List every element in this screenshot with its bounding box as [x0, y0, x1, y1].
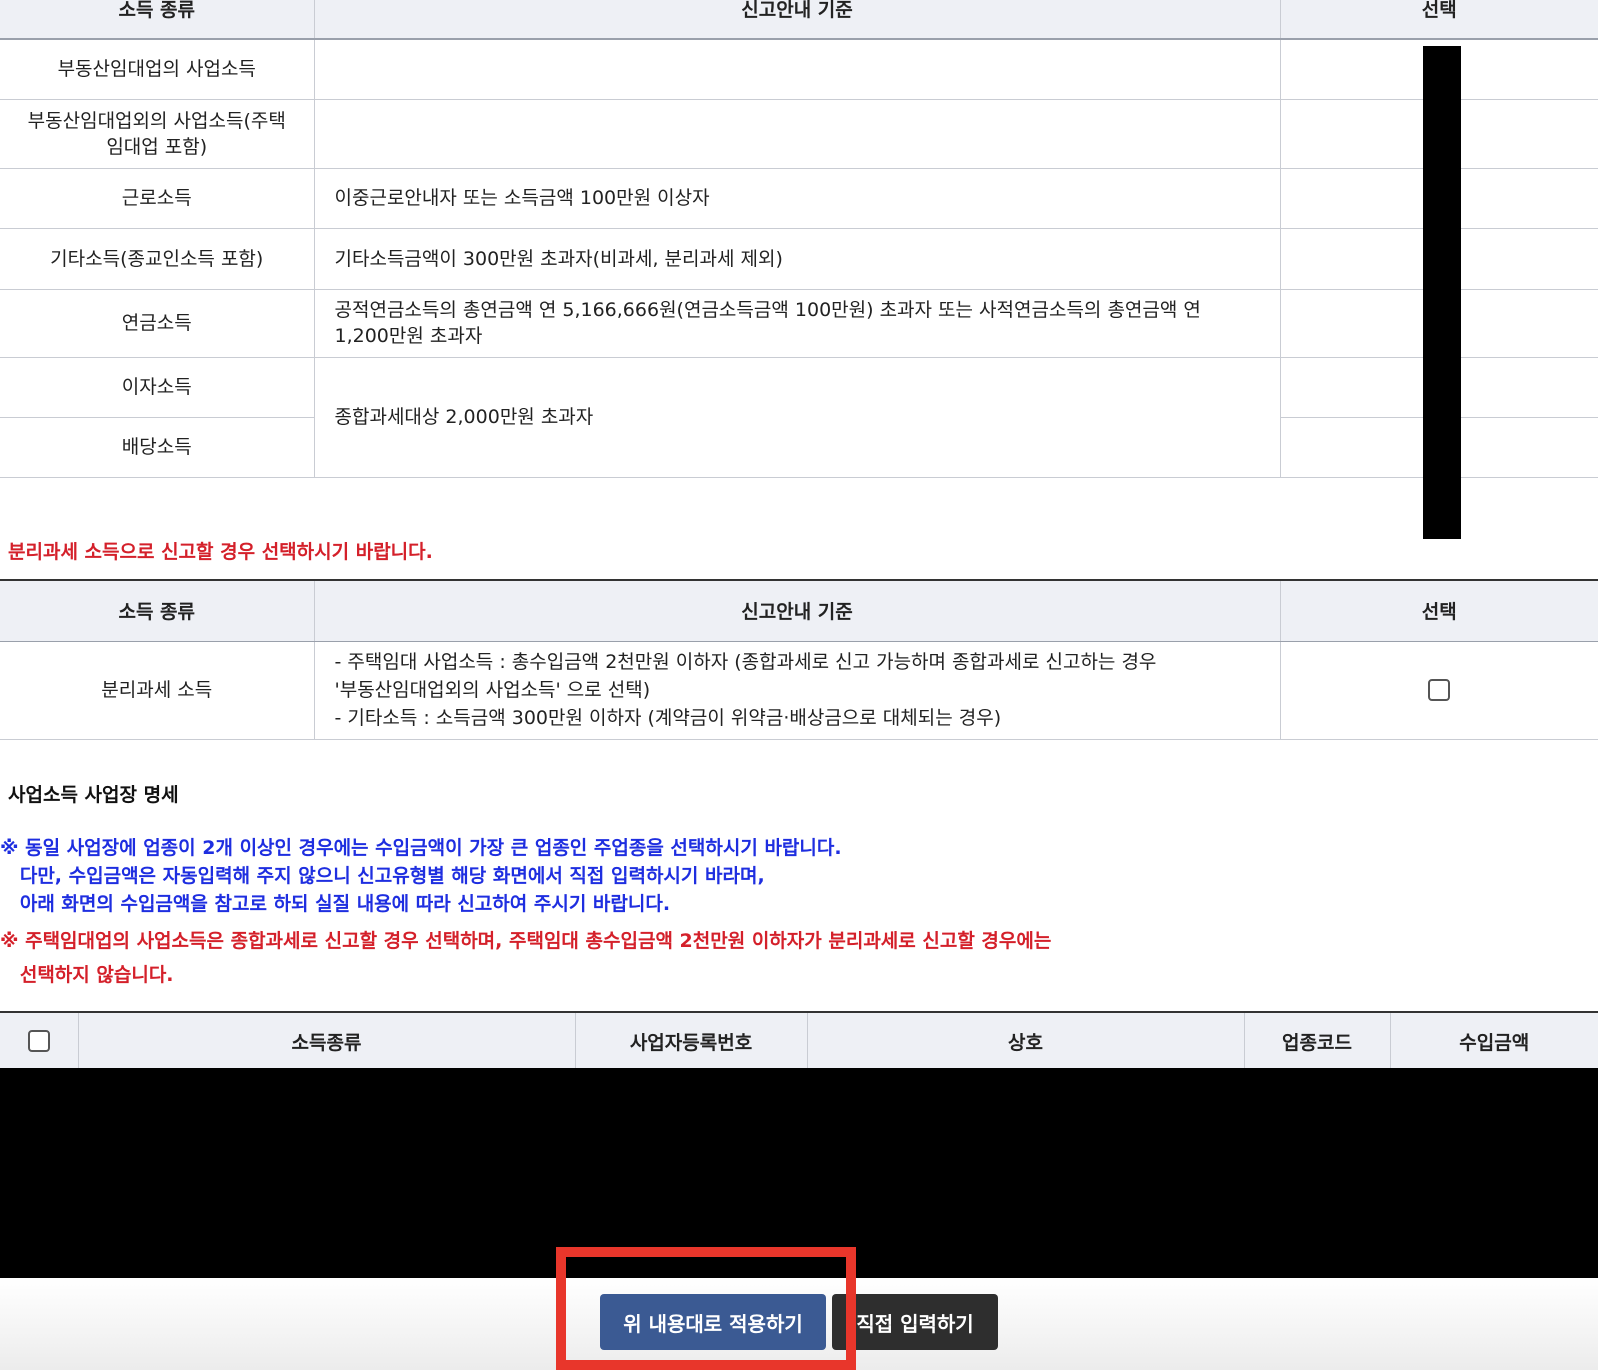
- criteria-cell: - 주택임대 사업소득 : 총수입금액 2천만원 이하자 (종합과세로 신고 가…: [314, 641, 1281, 740]
- header-income-type: 소득 종류: [0, 0, 315, 40]
- income-type-cell: 연금소득: [0, 289, 315, 358]
- table-header-row: 소득 종류 신고안내 기준 선택: [0, 0, 1598, 40]
- income-type-cell: 부동산임대업외의 사업소득(주택임대업 포함): [0, 99, 315, 169]
- income-type-cell: 이자소득: [0, 357, 315, 418]
- table-row: 이자소득 종합과세대상 2,000만원 초과자: [0, 357, 1598, 478]
- header-income-type: 소득 종류: [0, 580, 315, 642]
- criteria-line-3: - 기타소득 : 소득금액 300만원 이하자 (계약금이 위약금·배상금으로 …: [334, 707, 1002, 729]
- header-revenue: 수입금액: [1390, 1012, 1598, 1069]
- business-place-table: 소득종류 사업자등록번호 상호 업종코드 수입금액: [0, 1011, 1598, 1069]
- header-criteria: 신고안내 기준: [314, 580, 1281, 642]
- header-select: 선택: [1280, 0, 1598, 40]
- header-income-type: 소득종류: [78, 1012, 576, 1069]
- table-row: 분리과세 소득 - 주택임대 사업소득 : 총수입금액 2천만원 이하자 (종합…: [0, 641, 1598, 740]
- redacted-select-column: [1423, 46, 1461, 539]
- table-row: 연금소득 공적연금소득의 총연금액 연 5,166,666원(연금소득금액 10…: [0, 289, 1598, 358]
- select-cell: [1280, 641, 1598, 740]
- housing-rental-notice: ※ 주택임대업의 사업소득은 종합과세로 신고할 경우 선택하며, 주택임대 총…: [0, 930, 1052, 986]
- criteria-cell: 종합과세대상 2,000만원 초과자: [314, 357, 1281, 478]
- income-type-table: 소득 종류 신고안내 기준 선택 부동산임대업의 사업소득 부동산임대업외의 사…: [0, 0, 1598, 478]
- criteria-cell: 공적연금소득의 총연금액 연 5,166,666원(연금소득금액 100만원) …: [314, 289, 1281, 358]
- header-select: 선택: [1280, 580, 1598, 642]
- criteria-cell: 기타소득금액이 300만원 초과자(비과세, 분리과세 제외): [314, 228, 1281, 290]
- income-type-cell: 근로소득: [0, 168, 315, 229]
- separate-tax-checkbox[interactable]: [1428, 679, 1451, 702]
- income-type-cell: 부동산임대업의 사업소득: [0, 39, 315, 100]
- table-row: 기타소득(종교인소득 포함) 기타소득금액이 300만원 초과자(비과세, 분리…: [0, 228, 1598, 290]
- separate-tax-table: 소득 종류 신고안내 기준 선택 분리과세 소득 - 주택임대 사업소득 : 총…: [0, 579, 1598, 740]
- table-row: 부동산임대업외의 사업소득(주택임대업 포함): [0, 99, 1598, 169]
- main-business-notice: ※ 동일 사업장에 업종이 2개 이상인 경우에는 수입금액이 가장 큰 업종인…: [0, 837, 842, 915]
- table-row: 부동산임대업의 사업소득: [0, 39, 1598, 100]
- highlight-box: [556, 1247, 856, 1370]
- table-row: 근로소득 이중근로안내자 또는 소득금액 100만원 이상자: [0, 168, 1598, 229]
- separate-tax-notice: 분리과세 소득으로 신고할 경우 선택하시기 바랍니다.: [8, 541, 433, 563]
- income-type-cell: 분리과세 소득: [0, 641, 315, 740]
- header-business-name: 상호: [807, 1012, 1245, 1069]
- header-industry-code: 업종코드: [1244, 1012, 1391, 1069]
- criteria-line-1: - 주택임대 사업소득 : 총수입금액 2천만원 이하자 (종합과세로 신고 가…: [334, 651, 1157, 673]
- table-header-row: 소득 종류 신고안내 기준 선택: [0, 580, 1598, 642]
- header-select-all: [0, 1012, 79, 1069]
- income-type-cell: 기타소득(종교인소득 포함): [0, 228, 315, 290]
- header-business-reg-number: 사업자등록번호: [575, 1012, 808, 1069]
- criteria-cell: [314, 99, 1281, 169]
- select-all-checkbox[interactable]: [27, 1030, 50, 1053]
- business-section-title: 사업소득 사업장 명세: [8, 784, 179, 806]
- criteria-line-2: '부동산임대업외의 사업소득' 으로 선택): [334, 679, 651, 701]
- table-header-row: 소득종류 사업자등록번호 상호 업종코드 수입금액: [0, 1012, 1598, 1069]
- header-criteria: 신고안내 기준: [314, 0, 1281, 40]
- criteria-cell: 이중근로안내자 또는 소득금액 100만원 이상자: [314, 168, 1281, 229]
- criteria-cell: [314, 39, 1281, 100]
- income-type-cell: 배당소득: [0, 417, 315, 478]
- direct-input-button[interactable]: 직접 입력하기: [832, 1294, 998, 1350]
